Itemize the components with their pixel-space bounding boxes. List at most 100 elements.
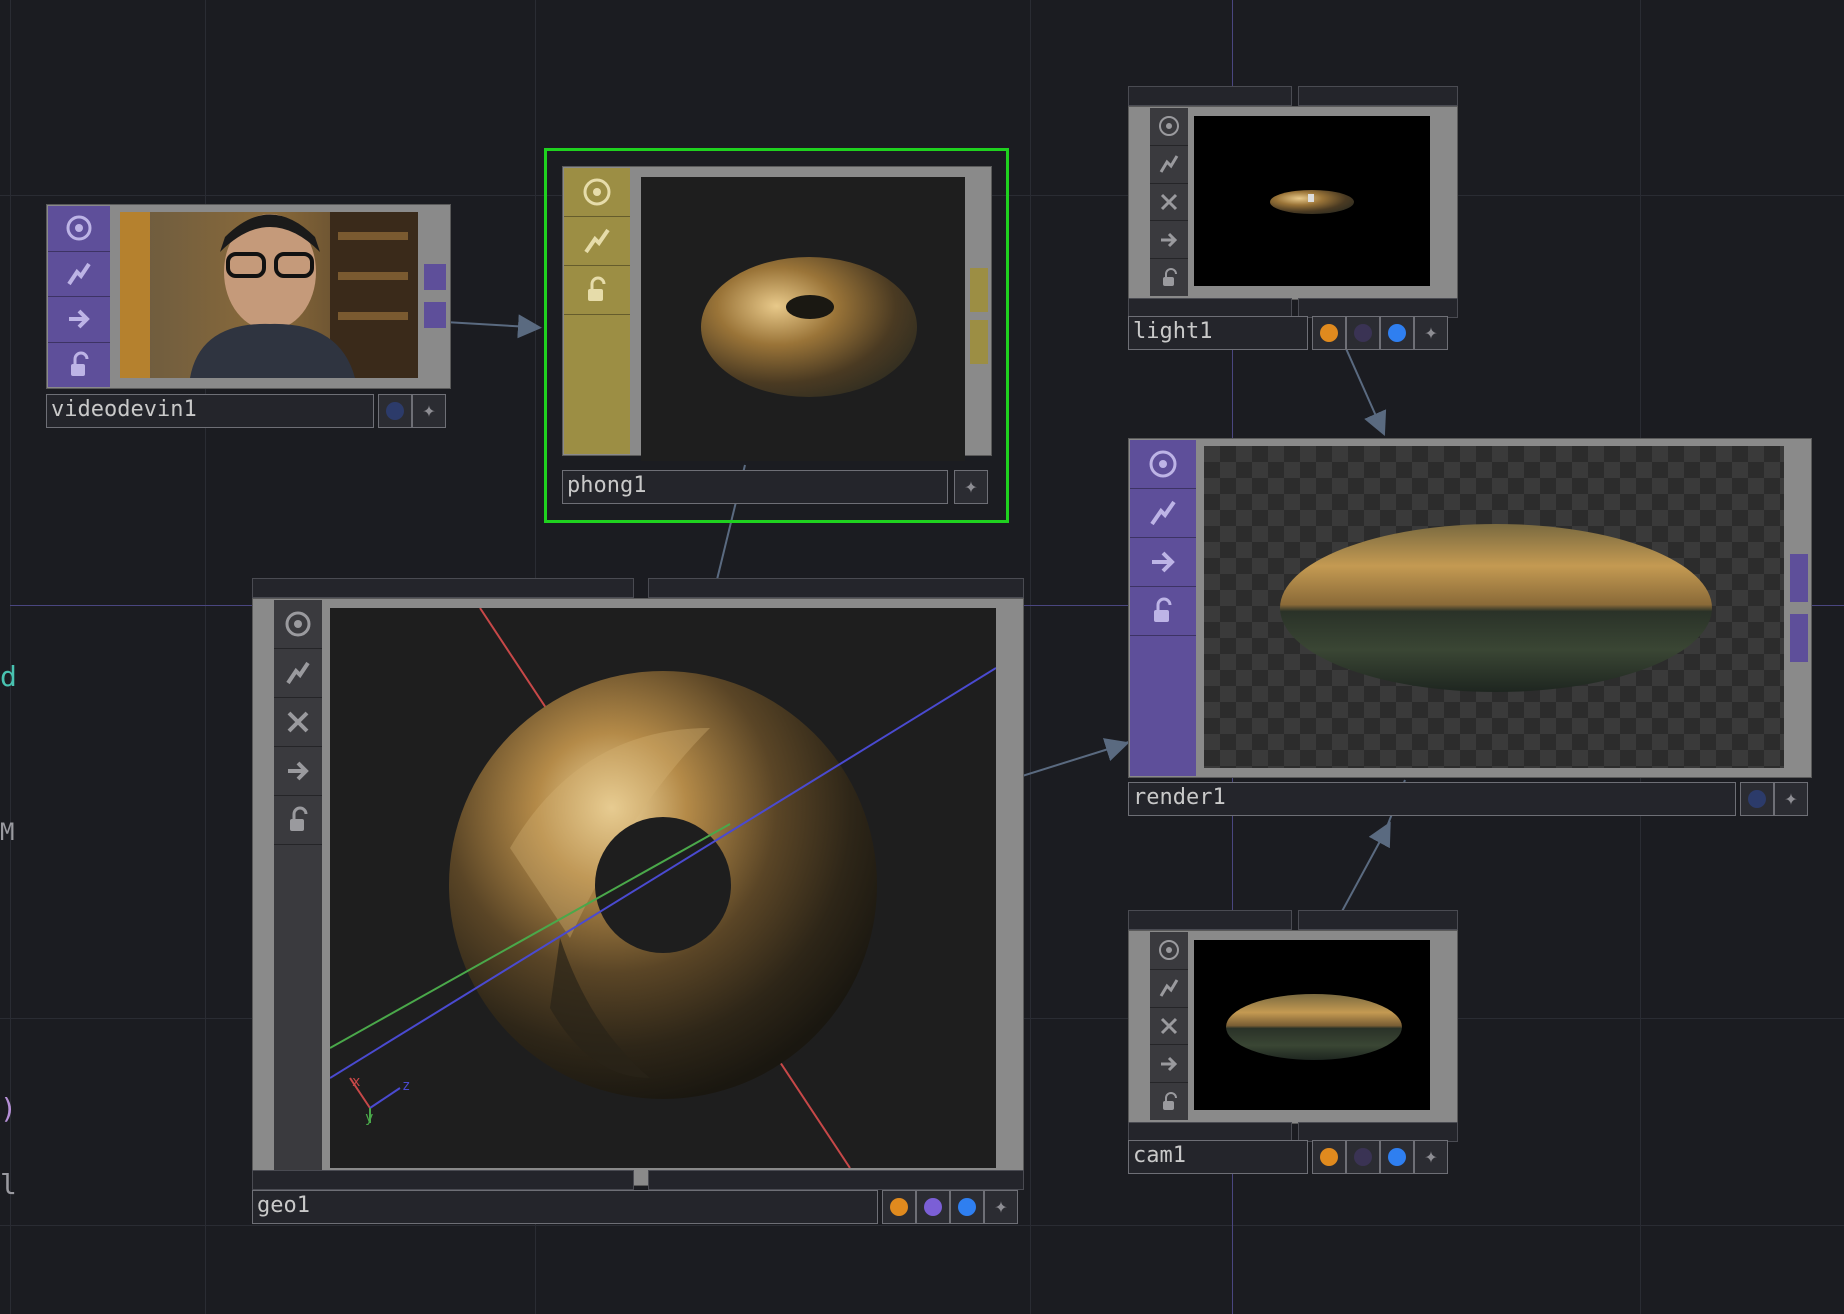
arrow-right-icon[interactable] [48, 297, 110, 343]
node-bottom-bar [1298, 1122, 1458, 1142]
badge-blue[interactable] [950, 1190, 984, 1224]
torus-hole [786, 295, 834, 319]
torus-hole [595, 817, 731, 953]
node-label[interactable]: videodevin1 [46, 394, 374, 428]
node-label[interactable]: render1 [1128, 782, 1736, 816]
node-top-bar [648, 578, 1024, 598]
node-sidebar [274, 600, 322, 1182]
badge-blue[interactable] [1380, 1140, 1414, 1174]
lock-icon[interactable] [1150, 1083, 1188, 1120]
lock-icon[interactable] [1130, 587, 1196, 636]
lightning-icon[interactable] [1150, 970, 1188, 1008]
x-icon[interactable] [1150, 1008, 1188, 1046]
node-label[interactable]: phong1 [562, 470, 948, 504]
node-bottom-bar [252, 1170, 634, 1190]
dot-dark-blue [386, 402, 404, 420]
node-sidebar [564, 168, 630, 454]
target-icon[interactable] [274, 600, 322, 649]
lock-icon[interactable] [48, 343, 110, 388]
node-bottom-bar [648, 1170, 1024, 1190]
node-top-bar [1298, 910, 1458, 930]
viewer-badge[interactable] [378, 394, 412, 428]
node-label[interactable]: geo1 [252, 1190, 878, 1224]
node-sidebar [1150, 108, 1188, 296]
target-icon[interactable] [1150, 108, 1188, 146]
node-render1[interactable]: render1 ✦ [1128, 438, 1812, 820]
badge-purple[interactable] [1346, 1140, 1380, 1174]
wire-cam1-render1 [1339, 821, 1391, 916]
badge-purple[interactable] [916, 1190, 950, 1224]
light-viewer[interactable] [1194, 116, 1430, 286]
torus-render [1280, 524, 1712, 692]
node-geo1[interactable]: x y z geo1 ✦ [252, 578, 1024, 1226]
arrow-right-icon[interactable] [274, 747, 322, 796]
output-connector[interactable] [1790, 614, 1808, 662]
axis-label-z: z [402, 1078, 410, 1094]
wire-videodevin1-phong1 [444, 314, 542, 339]
plus-icon[interactable]: ✦ [1414, 1140, 1448, 1174]
lightning-icon[interactable] [1150, 146, 1188, 184]
arrow-right-icon[interactable] [1150, 221, 1188, 260]
webcam-viewer[interactable] [120, 212, 418, 378]
torus-preview [1226, 994, 1402, 1060]
x-icon[interactable] [1150, 184, 1188, 222]
node-label[interactable]: cam1 [1128, 1140, 1308, 1174]
badge-orange[interactable] [1312, 316, 1346, 350]
target-icon[interactable] [1130, 440, 1196, 489]
node-videodevin1[interactable]: videodevin1 ✦ [46, 204, 451, 429]
node-right-column [1788, 440, 1808, 776]
plus-icon[interactable]: ✦ [1774, 782, 1808, 816]
arrow-right-icon[interactable] [1130, 538, 1196, 587]
x-icon[interactable] [274, 698, 322, 747]
lightning-icon[interactable] [48, 252, 110, 297]
target-icon[interactable] [48, 206, 110, 252]
badge-blue[interactable] [1380, 316, 1414, 350]
lightning-icon[interactable] [564, 217, 630, 266]
lock-icon[interactable] [274, 796, 322, 845]
node-phong1[interactable]: phong1 ✦ [544, 148, 1009, 523]
plus-icon[interactable]: ✦ [1414, 316, 1448, 350]
badge-purple[interactable] [1346, 316, 1380, 350]
node-bottom-bar [1128, 298, 1292, 318]
output-connector[interactable] [424, 302, 446, 328]
plus-icon[interactable]: ✦ [984, 1190, 1018, 1224]
node-sidebar [1130, 440, 1196, 776]
phong-viewer[interactable] [641, 177, 965, 461]
geo-viewer[interactable]: x y z [330, 608, 996, 1168]
node-right-column [422, 206, 447, 386]
output-connector[interactable] [970, 268, 988, 312]
lightning-icon[interactable] [1130, 489, 1196, 538]
node-sidebar [48, 206, 110, 387]
node-top-bar [1298, 86, 1458, 106]
geo-scene: x y z [330, 608, 996, 1168]
webcam-image [120, 212, 418, 378]
output-connector[interactable] [970, 320, 988, 364]
badge-orange[interactable] [882, 1190, 916, 1224]
plus-icon[interactable]: ✦ [954, 470, 988, 504]
node-cam1[interactable]: cam1 ✦ [1128, 910, 1458, 1180]
output-connector[interactable] [424, 264, 446, 290]
light-indicator [1308, 194, 1314, 202]
node-top-bar [252, 578, 634, 598]
torus-preview [701, 257, 917, 397]
viewer-badge[interactable] [1740, 782, 1774, 816]
node-top-bar [1128, 910, 1292, 930]
node-top-bar [1128, 86, 1292, 106]
output-connector[interactable] [1790, 554, 1808, 602]
cam-viewer[interactable] [1194, 940, 1430, 1110]
arrow-right-icon[interactable] [1150, 1045, 1188, 1084]
node-light1[interactable]: light1 ✦ [1128, 86, 1458, 356]
axis-label-x: x [352, 1074, 360, 1090]
plus-icon[interactable]: ✦ [412, 394, 446, 428]
render-viewer[interactable] [1204, 446, 1784, 768]
node-label[interactable]: light1 [1128, 316, 1308, 350]
badge-orange[interactable] [1312, 1140, 1346, 1174]
lightning-icon[interactable] [274, 649, 322, 698]
node-sidebar [1150, 932, 1188, 1120]
target-icon[interactable] [1150, 932, 1188, 970]
lock-icon[interactable] [564, 266, 630, 315]
lock-icon[interactable] [1150, 259, 1188, 296]
target-icon[interactable] [564, 168, 630, 217]
axis-label-y: y [365, 1110, 373, 1126]
node-right-column [1000, 600, 1020, 1182]
